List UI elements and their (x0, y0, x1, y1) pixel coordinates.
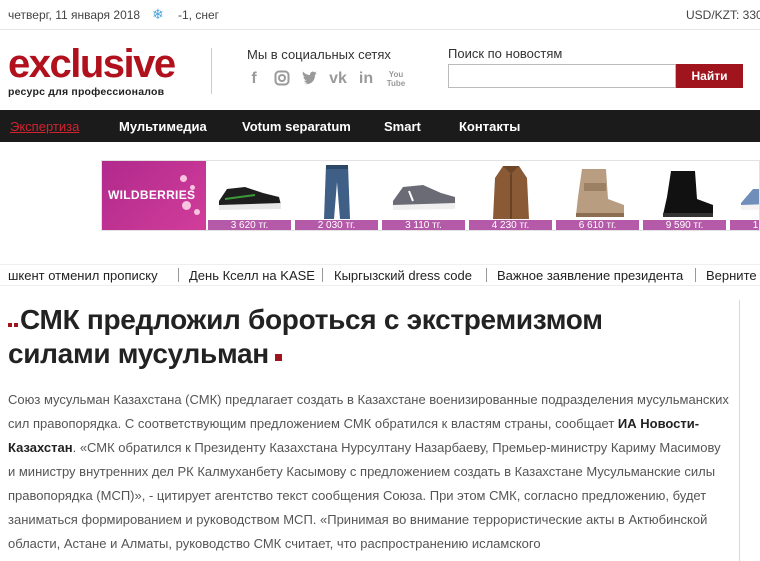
youtube-icon[interactable]: You Tube (385, 70, 407, 88)
article-body: Союз мусульман Казахстана (СМК) предлага… (8, 388, 730, 556)
instagram-icon[interactable] (273, 70, 291, 88)
nav-item-multimedia[interactable]: Мультимедиа (119, 119, 207, 134)
nav-item-expertise[interactable]: Экспертиза (10, 119, 79, 134)
article-title: СМК предложил бороться с экстремизмом си… (8, 303, 728, 371)
ticker-separator (486, 268, 487, 282)
banner-dot (182, 201, 191, 210)
facebook-icon[interactable]: f (245, 70, 263, 88)
search-title: Поиск по новостям (448, 46, 563, 61)
vk-icon[interactable]: vk (329, 70, 347, 88)
article-title-line1: СМК предложил бороться с экстремизмом (20, 304, 603, 335)
sneaker-icon (392, 185, 455, 210)
boot-icon (662, 171, 713, 217)
article-paragraph-part2: . «СМК обратился к Президенту Казахстана… (8, 440, 721, 551)
product-price: 6 610 тг. (556, 220, 639, 230)
jeans-icon (323, 165, 350, 219)
product-price: 9 590 тг. (643, 220, 726, 230)
title-marker-icon (14, 323, 18, 327)
ticker-separator (178, 268, 179, 282)
content-divider (739, 300, 740, 561)
banner-product[interactable]: 1 680 тг. (728, 161, 759, 230)
banner-dot (194, 209, 200, 215)
title-end-marker-icon (274, 354, 282, 361)
title-marker-icon (8, 323, 12, 327)
banner-dot (180, 175, 187, 182)
social-title: Мы в социальных сетях (247, 47, 391, 62)
twitter-icon[interactable] (301, 70, 319, 88)
ticker-item[interactable]: Важное заявление президента (497, 268, 683, 283)
ad-banner[interactable]: WILDBERRIES 3 620 тг. 2 030 тг. 3 110 тг… (101, 160, 760, 231)
search-button[interactable]: Найти (676, 64, 743, 88)
banner-product[interactable]: 3 110 тг. (380, 161, 467, 230)
coat-icon (492, 166, 529, 219)
header-divider (211, 48, 212, 94)
sneaker-icon (740, 189, 759, 210)
banner-product[interactable]: 2 030 тг. (293, 161, 380, 230)
banner-product[interactable]: 9 590 тг. (641, 161, 728, 230)
product-price: 3 110 тг. (382, 220, 465, 230)
linkedin-icon[interactable]: in (357, 70, 375, 88)
social-links: f vk in You Tube (245, 70, 407, 88)
logo-wordmark: exclusive (8, 42, 176, 86)
weather-text: -1, снег (178, 8, 220, 22)
banner-product[interactable]: 6 610 тг. (554, 161, 641, 230)
ticker-item[interactable]: День Кселл на KASE (189, 268, 315, 283)
banner-product[interactable]: 4 230 тг. (467, 161, 554, 230)
banner-brand-block: WILDBERRIES (102, 161, 206, 230)
main-nav: Экспертиза Мультимедиа Votum separatum S… (0, 110, 760, 142)
article-title-line2: силами мусульман (8, 338, 269, 369)
top-info-bar: четверг, 11 января 2018 ❄ -1, снег USD/K… (0, 0, 760, 30)
banner-product[interactable]: 3 620 тг. (206, 161, 293, 230)
ticker-separator (695, 268, 696, 282)
sneaker-icon (218, 187, 281, 210)
nav-item-votum-separatum[interactable]: Votum separatum (242, 119, 351, 134)
ticker-item[interactable]: шкент отменил прописку (8, 268, 158, 283)
search-input[interactable] (448, 64, 676, 88)
currency-rate: USD/KZT: 330. (686, 8, 760, 22)
snowflake-icon: ❄ (152, 6, 164, 22)
news-ticker: шкент отменил прописку День Кселл на KAS… (0, 264, 760, 286)
product-price: 1 680 тг. (730, 220, 759, 230)
site-logo[interactable]: exclusive ресурс для профессионалов (8, 44, 183, 100)
boot-icon (575, 169, 624, 217)
ticker-item[interactable]: Кыргызский dress code (334, 268, 472, 283)
product-price: 3 620 тг. (208, 220, 291, 230)
product-price: 2 030 тг. (295, 220, 378, 230)
ticker-item[interactable]: Верните (706, 268, 757, 283)
logo-tagline: ресурс для профессионалов (8, 86, 165, 98)
current-date: четверг, 11 января 2018 (8, 8, 141, 22)
ticker-separator (322, 268, 323, 282)
banner-brand-name: WILDBERRIES (108, 188, 196, 202)
nav-item-smart[interactable]: Smart (384, 119, 421, 134)
nav-item-contacts[interactable]: Контакты (459, 119, 520, 134)
product-price: 4 230 тг. (469, 220, 552, 230)
